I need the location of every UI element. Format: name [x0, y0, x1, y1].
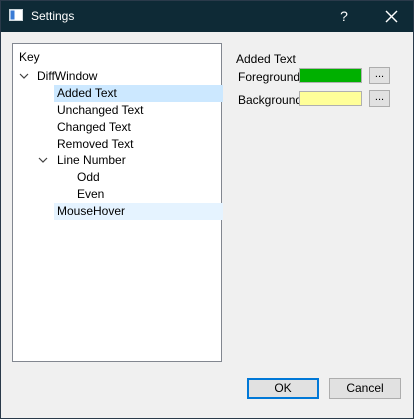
- chevron-down-icon[interactable]: [19, 71, 29, 81]
- window-title: Settings: [31, 9, 75, 23]
- tree-item-diffwindow[interactable]: DiffWindow: [37, 68, 97, 85]
- background-browse-button[interactable]: ...: [369, 90, 390, 107]
- tree-header: Key: [19, 50, 40, 64]
- foreground-label: Foreground: [238, 70, 301, 84]
- tree-item-unchanged-text[interactable]: Unchanged Text: [57, 102, 144, 119]
- detail-title: Added Text: [236, 52, 296, 66]
- tree-item-changed-text[interactable]: Changed Text: [57, 119, 131, 136]
- tree-item-added-text[interactable]: Added Text: [54, 85, 223, 102]
- close-icon[interactable]: [373, 1, 409, 32]
- background-label: Background: [238, 93, 303, 107]
- settings-tree[interactable]: Key DiffWindow Added Text Unchanged Text…: [12, 43, 223, 362]
- tree-item-odd[interactable]: Odd: [77, 169, 100, 186]
- tree-item-mousehover[interactable]: MouseHover: [54, 203, 223, 220]
- help-button[interactable]: ?: [327, 1, 361, 32]
- app-icon: [9, 9, 23, 21]
- foreground-browse-button[interactable]: ...: [369, 67, 390, 84]
- ok-button[interactable]: OK: [247, 378, 319, 399]
- tree-item-even[interactable]: Even: [77, 186, 104, 203]
- tree-item-line-number[interactable]: Line Number: [57, 152, 126, 169]
- title-bar[interactable]: Settings ?: [1, 1, 413, 32]
- settings-window: Settings ? Key DiffWindow Added Text Unc…: [0, 0, 414, 419]
- cancel-button[interactable]: Cancel: [329, 378, 401, 399]
- foreground-color-swatch[interactable]: [299, 68, 362, 83]
- background-color-swatch[interactable]: [299, 91, 362, 106]
- tree-item-removed-text[interactable]: Removed Text: [57, 136, 133, 153]
- chevron-down-icon[interactable]: [38, 155, 48, 165]
